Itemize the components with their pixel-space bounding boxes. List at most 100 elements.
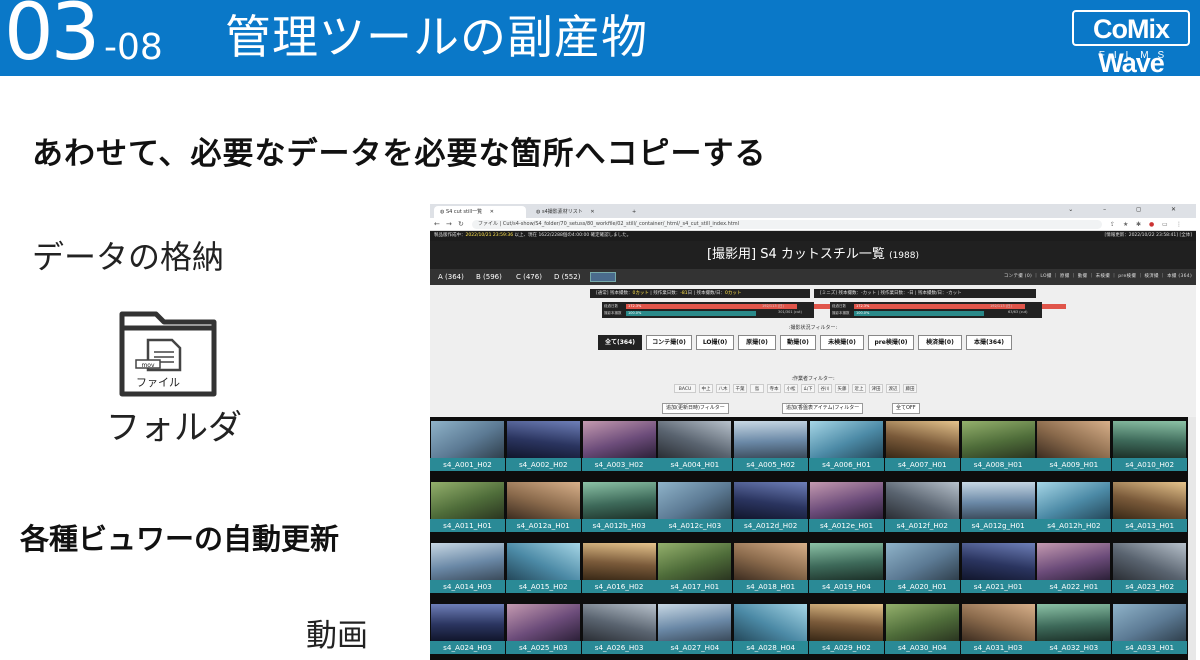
cut-thumbnail[interactable]: s4_A006_H01	[809, 417, 884, 477]
slide-title: 管理ツールの副産物	[225, 10, 648, 64]
cut-thumbnail[interactable]: s4_A004_H01	[657, 417, 733, 477]
cut-thumbnail[interactable]: s4_A012e_H01	[809, 478, 884, 538]
cut-thumbnail[interactable]: s4_A002_H02	[505, 417, 581, 477]
cut-thumbnail[interactable]: s4_A003_H02	[581, 417, 657, 477]
share-icon[interactable]: ⇪	[1110, 218, 1115, 231]
group-tab-a[interactable]: A (364)	[438, 269, 464, 285]
slide-subtitle: あわせて、必要なデータを必要な箇所へコピーする	[32, 136, 767, 172]
author-filter-button[interactable]: 矢藤	[835, 384, 849, 393]
author-filter-button[interactable]: 近上	[852, 384, 866, 393]
scrollbar-track[interactable]	[1188, 417, 1196, 660]
cut-thumbnail[interactable]: s4_A012b_H03	[581, 478, 657, 538]
date-filter-button[interactable]: 追加(更新日時)フィルター	[662, 403, 729, 414]
cut-thumbnail[interactable]: s4_A001_H02	[430, 417, 505, 477]
company-logo: CoMix Wave FILMS	[1072, 10, 1190, 78]
profile-icon[interactable]: ●	[1149, 218, 1154, 231]
group-tab-d[interactable]: D (552)	[554, 269, 580, 285]
window-controls[interactable]: ⌄ – ◻ ✕	[1068, 206, 1190, 213]
cut-thumbnail[interactable]: s4_A013_H01	[1112, 478, 1188, 538]
cut-thumbnail[interactable]: s4_A021_H01	[960, 539, 1036, 599]
item-filter-button[interactable]: 追加(香盤表アイテム)フィルター	[782, 403, 864, 414]
more-icon[interactable]: ⋮	[1176, 218, 1182, 231]
cut-thumbnail[interactable]: s4_A012a_H01	[505, 478, 581, 538]
author-filter-button[interactable]: 八木	[716, 384, 730, 393]
cut-thumbnail[interactable]: s4_A033_H01	[1112, 600, 1188, 660]
back-icon[interactable]: ←	[434, 218, 440, 231]
cut-thumbnail[interactable]: s4_A020_H01	[884, 539, 960, 599]
cut-still-image	[885, 604, 959, 641]
cut-thumbnail[interactable]: s4_A012f_H02	[884, 478, 960, 538]
cut-thumbnail[interactable]: s4_A024_H03	[430, 600, 505, 660]
cut-thumbnail[interactable]: s4_A009_H01	[1036, 417, 1112, 477]
cut-thumbnail[interactable]: s4_A012h_H02	[1036, 478, 1112, 538]
status-filter-button[interactable]: pre検撮(0)	[868, 335, 914, 350]
cut-thumbnail[interactable]: s4_A005_H02	[733, 417, 809, 477]
status-filter-button[interactable]: LO撮(0)	[696, 335, 734, 350]
all-off-button[interactable]: 全てOFF	[892, 403, 920, 414]
cut-still-image	[885, 482, 959, 519]
cut-thumbnail[interactable]: s4_A012d_H02	[733, 478, 809, 538]
status-filter-button[interactable]: 未検撮(0)	[820, 335, 864, 350]
status-links[interactable]: コンテ撮 (0) ｜ LO撮 ｜ 原撮 ｜ 動撮 ｜ 未検撮 ｜ pre検撮 ｜…	[1004, 269, 1192, 285]
status-filter-button[interactable]: 動撮(0)	[780, 335, 816, 350]
cut-thumbnail[interactable]: s4_A018_H01	[733, 539, 809, 599]
cut-thumbnail[interactable]: s4_A031_H03	[960, 600, 1036, 660]
author-filter-button[interactable]: 寺本	[767, 384, 781, 393]
cut-thumbnail[interactable]: s4_A008_H01	[960, 417, 1036, 477]
status-filter-button[interactable]: 全て(364)	[598, 335, 642, 350]
star-icon[interactable]: ★	[1123, 218, 1128, 231]
forward-icon[interactable]: →	[446, 218, 452, 231]
reload-icon[interactable]: ↻	[458, 218, 464, 231]
cut-label: s4_A012d_H02	[733, 519, 809, 532]
cut-thumbnail[interactable]: s4_A012g_H01	[960, 478, 1036, 538]
author-filter-button[interactable]: 藤田	[903, 384, 917, 393]
sidebar-icon[interactable]: ▭	[1162, 218, 1168, 231]
browser-tab-2[interactable]: ◍ s4撮影素材リスト ✕	[530, 206, 622, 218]
cut-thumbnail[interactable]: s4_A023_H02	[1112, 539, 1188, 599]
cut-thumbnail[interactable]: s4_A028_H04	[733, 600, 809, 660]
close-icon[interactable]: ✕	[490, 209, 494, 215]
author-filter-button[interactable]: 千葉	[733, 384, 747, 393]
status-right-button[interactable]: [全体]	[1179, 233, 1192, 238]
extension-icon[interactable]: ✱	[1136, 218, 1141, 231]
author-filter-button[interactable]: 谷川	[818, 384, 832, 393]
cut-still-image	[885, 421, 959, 458]
group-toggle-button[interactable]	[590, 272, 616, 282]
cut-thumbnail[interactable]: s4_A030_H04	[884, 600, 960, 660]
cut-thumbnail[interactable]: s4_A017_H01	[657, 539, 733, 599]
cut-thumbnail[interactable]: s4_A014_H03	[430, 539, 505, 599]
author-filter-button[interactable]: 津田	[869, 384, 883, 393]
author-filter-button[interactable]: 小松	[784, 384, 798, 393]
close-icon[interactable]: ✕	[590, 209, 594, 215]
cut-thumbnail[interactable]: s4_A029_H02	[809, 600, 884, 660]
author-filter-button[interactable]: 島	[750, 384, 764, 393]
cut-thumbnail[interactable]: s4_A016_H02	[581, 539, 657, 599]
status-filter-button[interactable]: 本撮(364)	[966, 335, 1012, 350]
status-filter-button[interactable]: 原撮(0)	[738, 335, 776, 350]
cut-thumbnail[interactable]: s4_A032_H03	[1036, 600, 1112, 660]
status-filter-button[interactable]: コンテ撮(0)	[646, 335, 692, 350]
cut-thumbnail[interactable]: s4_A022_H01	[1036, 539, 1112, 599]
status-filter-button[interactable]: 検済撮(0)	[918, 335, 962, 350]
progress-cuts-bar	[854, 311, 985, 316]
author-filter-button[interactable]: BACU	[674, 384, 696, 393]
cut-thumbnail[interactable]: s4_A027_H04	[657, 600, 733, 660]
cut-thumbnail[interactable]: s4_A026_H03	[581, 600, 657, 660]
cut-thumbnail[interactable]: s4_A025_H03	[505, 600, 581, 660]
author-filter-button[interactable]: 山下	[801, 384, 815, 393]
cut-thumbnail[interactable]: s4_A011_H01	[430, 478, 505, 538]
cut-thumbnail[interactable]: s4_A010_H02	[1112, 417, 1188, 477]
browser-tab-1[interactable]: ◍ S4 cut still一覧 ✕	[434, 206, 526, 218]
cut-thumbnail[interactable]: s4_A007_H01	[884, 417, 960, 477]
author-filter-button[interactable]: 中上	[699, 384, 713, 393]
url-input[interactable]: ファイル | Cut/s4-show/S4_folder/70_setuss/8…	[472, 220, 1102, 229]
cut-thumbnail[interactable]: s4_A015_H02	[505, 539, 581, 599]
logo-main-text: CoMix Wave	[1072, 10, 1190, 78]
cut-still-image	[431, 421, 504, 458]
group-tab-b[interactable]: B (596)	[476, 269, 502, 285]
group-tab-c[interactable]: C (476)	[516, 269, 542, 285]
cut-thumbnail[interactable]: s4_A019_H04	[809, 539, 884, 599]
author-filter-button[interactable]: 渡辺	[886, 384, 900, 393]
new-tab-button[interactable]: +	[626, 206, 642, 218]
cut-thumbnail[interactable]: s4_A012c_H03	[657, 478, 733, 538]
